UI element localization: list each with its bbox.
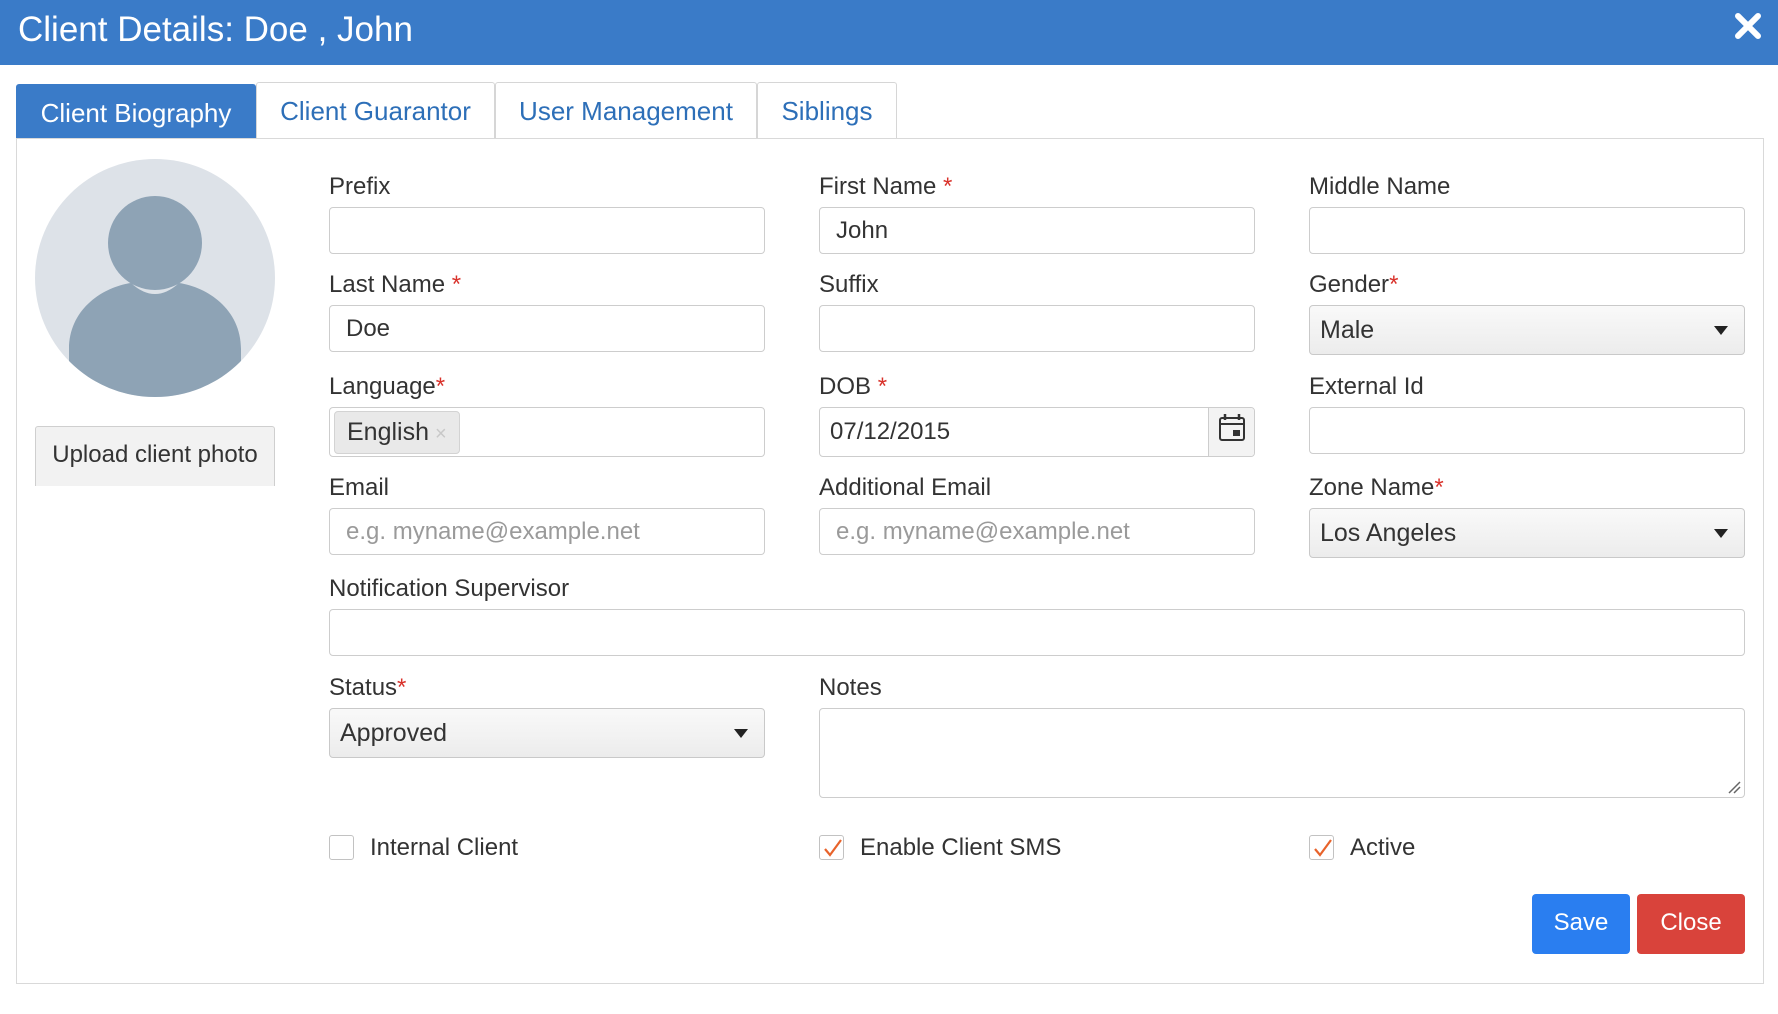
language-multiselect[interactable]: English ×: [329, 407, 765, 457]
tab-client-guarantor[interactable]: Client Guarantor: [256, 82, 495, 139]
close-button[interactable]: Close: [1637, 894, 1745, 954]
active-checkbox[interactable]: [1309, 835, 1334, 860]
prefix-label: Prefix: [329, 173, 391, 200]
email-input[interactable]: e.g. myname@example.net: [329, 508, 765, 555]
dob-label: DOB *: [819, 373, 888, 400]
status-label: Status*: [329, 674, 407, 701]
middle-name-input[interactable]: [1309, 207, 1745, 254]
notification-supervisor-input[interactable]: [329, 609, 1745, 656]
chevron-down-icon: [734, 729, 748, 738]
chevron-down-icon: [1714, 529, 1728, 538]
middle-name-label: Middle Name: [1309, 173, 1451, 200]
chevron-down-icon: [1714, 326, 1728, 335]
status-value: Approved: [340, 719, 448, 747]
calendar-icon[interactable]: [1208, 408, 1254, 456]
zone-name-label: Zone Name*: [1309, 474, 1444, 501]
checkmark-icon: [824, 839, 842, 857]
dialog-header: Client Details: Doe , John: [0, 0, 1778, 65]
language-tag: English ×: [334, 411, 460, 454]
active-label: Active: [1350, 834, 1416, 861]
dob-value: 07/12/2015: [830, 418, 951, 445]
gender-select[interactable]: Male: [1309, 305, 1745, 355]
internal-client-label: Internal Client: [370, 834, 519, 861]
notes-textarea[interactable]: [819, 708, 1745, 798]
external-id-label: External Id: [1309, 373, 1424, 400]
internal-client-checkbox[interactable]: [329, 835, 354, 860]
additional-email-label: Additional Email: [819, 474, 992, 501]
last-name-label: Last Name *: [329, 271, 462, 298]
email-label: Email: [329, 474, 390, 501]
gender-value: Male: [1320, 316, 1375, 344]
checkmark-icon: [1314, 839, 1332, 857]
enable-sms-label: Enable Client SMS: [860, 834, 1062, 861]
dob-input[interactable]: 07/12/2015: [819, 407, 1255, 457]
suffix-input[interactable]: [819, 305, 1255, 352]
tab-siblings[interactable]: Siblings: [757, 82, 897, 139]
suffix-label: Suffix: [819, 271, 879, 298]
language-tag-label: English: [347, 418, 429, 446]
save-button[interactable]: Save: [1532, 894, 1630, 954]
status-select[interactable]: Approved: [329, 708, 765, 758]
external-id-input[interactable]: [1309, 407, 1745, 454]
tab-client-biography[interactable]: Client Biography: [16, 84, 256, 141]
close-icon[interactable]: [1732, 10, 1764, 42]
first-name-label: First Name *: [819, 173, 953, 200]
notification-supervisor-label: Notification Supervisor: [329, 575, 570, 602]
tab-user-management[interactable]: User Management: [495, 82, 757, 139]
dialog-title: Client Details: Doe , John: [18, 10, 413, 49]
language-label: Language*: [329, 373, 446, 400]
gender-label: Gender*: [1309, 271, 1399, 298]
upload-photo-button[interactable]: Upload client photo: [35, 426, 275, 486]
notes-label: Notes: [819, 674, 882, 701]
user-avatar-icon: [35, 159, 275, 397]
last-name-input[interactable]: Doe: [329, 305, 765, 352]
first-name-input[interactable]: John: [819, 207, 1255, 254]
zone-name-select[interactable]: Los Angeles: [1309, 508, 1745, 558]
zone-name-value: Los Angeles: [1320, 519, 1457, 547]
additional-email-input[interactable]: e.g. myname@example.net: [819, 508, 1255, 555]
enable-sms-checkbox[interactable]: [819, 835, 844, 860]
remove-tag-icon[interactable]: ×: [435, 423, 447, 445]
prefix-input[interactable]: [329, 207, 765, 254]
resize-grip-icon[interactable]: [1727, 780, 1741, 794]
